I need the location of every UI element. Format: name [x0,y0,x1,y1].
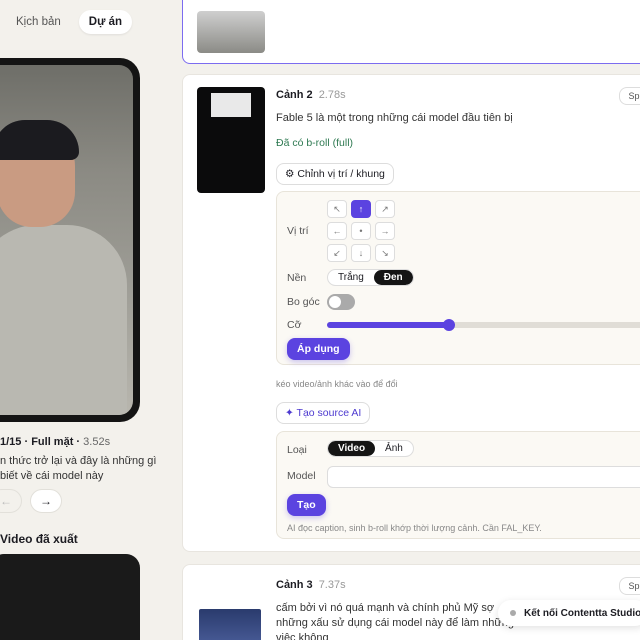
position-center[interactable]: • [351,222,371,240]
scene-2-header: Cảnh 2 2.78s [276,89,346,101]
preview-info: 1/15 · Full mặt · 3.52s [0,436,111,448]
model-input[interactable] [327,466,640,488]
position-top[interactable]: ↑ [351,200,371,218]
person-body [0,225,127,415]
scene-2-text[interactable]: Fable 5 là một trong những cái model đầu… [276,111,513,126]
ai-hint: AI đọc caption, sinh b-roll khớp thời lư… [287,523,542,533]
size-label: Cỡ [287,319,302,331]
background-white[interactable]: Trắng [328,270,374,285]
create-button[interactable]: Tạo [287,494,326,516]
adjust-position-button[interactable]: ⚙ Chỉnh vị trí / khung [276,163,394,185]
status-dot-icon [510,610,516,616]
background-label: Nền [287,272,307,284]
arrow-left-icon: ← [0,494,12,508]
preview-mode: Full mặt [31,436,74,448]
model-label: Model [287,470,316,482]
apply-button[interactable]: Áp dụng [287,338,350,360]
position-label: Vị trí [287,225,309,237]
arrow-right-icon: → [40,494,52,508]
arrow-down-left-icon: ↙ [333,247,341,258]
scene-3-thumb[interactable] [199,609,261,640]
scene-3-duration: 7.37s [318,579,346,591]
preview-duration: 3.52s [83,436,111,448]
background-black[interactable]: Đen [373,270,413,285]
background-toggle: Trắng Đen [327,269,414,286]
size-slider-handle[interactable] [443,319,456,331]
connect-studio-label: Kết nối Contentta Studio [524,607,640,619]
arrow-up-icon: ↑ [358,204,364,214]
scene-3-text[interactable]: cấm bởi vì nó quá mạnh và chính phủ Mỹ s… [276,601,516,640]
connect-studio-toast[interactable]: Kết nối Contentta Studio [498,600,640,626]
scene-card-1[interactable] [182,0,640,64]
position-panel: Vị trí ↖ ↑ ↗ ← • → ↙ ↓ ↘ Nền Trắng Đen B… [276,191,640,365]
position-top-left[interactable]: ↖ [327,200,347,218]
tab-script[interactable]: Kịch bản [6,10,71,34]
ai-source-button[interactable]: ✦ Tạo source AI [276,402,371,424]
position-right[interactable]: → [375,222,395,240]
arrow-right-icon: → [380,226,390,236]
preview-index: 1/15 [0,436,22,448]
arrow-up-right-icon: ↗ [381,203,389,214]
document-thumb [211,93,251,117]
preview-caption: n thức trở lại và đây là những gì biết v… [0,455,157,482]
position-bottom-left[interactable]: ↙ [327,244,347,262]
scene-2-thumb[interactable] [197,87,265,193]
drag-hint: kéo video/ảnh khác vào để đổi [276,379,398,389]
tab-project[interactable]: Dự án [78,10,133,34]
split-button[interactable]: Split [619,87,640,105]
top-tabs: Kịch bản Dự án [0,0,170,44]
prev-button[interactable]: ← [0,489,22,513]
arrow-up-left-icon: ↖ [333,203,341,214]
type-video[interactable]: Video [328,441,376,456]
size-slider[interactable] [327,319,640,331]
exported-video-thumb[interactable] [0,554,140,640]
radius-toggle[interactable] [327,294,355,310]
type-label: Loại [287,444,307,456]
scene-2-title: Cảnh 2 [276,89,313,101]
broll-status: Đã có b-roll (full) [276,137,354,149]
preview-nav: ← → [0,489,62,513]
position-top-right[interactable]: ↗ [375,200,395,218]
arrow-down-icon: ↓ [358,248,364,258]
position-bottom-right[interactable]: ↘ [375,244,395,262]
type-toggle: Video Ảnh [327,440,414,457]
preview-meta: 1/15 · Full mặt · 3.52s n thức trở lại v… [0,436,160,484]
scene-3-title: Cảnh 3 [276,579,313,591]
center-dot-icon: • [359,226,363,236]
arrow-down-right-icon: ↘ [381,247,389,258]
ai-source-panel: Loại Video Ảnh Model Tạo AI đọc caption,… [276,431,640,539]
radius-label: Bo góc [287,296,320,308]
exported-videos-title: Video đã xuất [0,532,78,546]
scene-card-2: Cảnh 2 2.78s Split Fable 5 là một trong n… [182,74,640,552]
scene-1-thumb [197,11,265,53]
next-button[interactable]: → [30,489,62,513]
size-slider-fill [327,322,450,328]
preview-phone[interactable] [0,58,140,422]
arrow-left-icon: ← [332,226,342,236]
scene-2-duration: 2.78s [318,89,346,101]
type-image[interactable]: Ảnh [375,441,413,456]
person-hair [0,120,79,160]
position-left[interactable]: ← [327,222,347,240]
position-bottom[interactable]: ↓ [351,244,371,262]
preview-video [0,65,133,415]
split-button[interactable]: Split [619,577,640,595]
scene-3-header: Cảnh 3 7.37s [276,579,346,591]
